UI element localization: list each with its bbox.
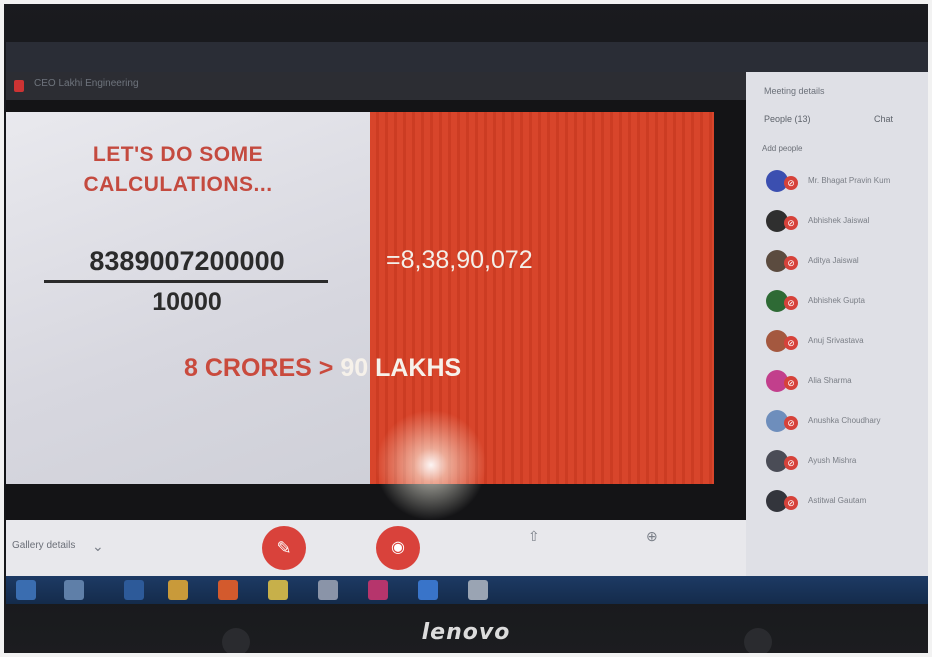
layout-selector[interactable]: Gallery details <box>12 540 75 551</box>
conclusion-left: 8 CRORES > <box>184 354 334 382</box>
participant-row[interactable]: ⊘ Astitwal Gautam <box>766 488 926 518</box>
brand-logo: lenovo <box>421 620 511 645</box>
app-icon[interactable] <box>318 580 338 600</box>
meeting-controls: Gallery details ⌄ ✎ ◉ ⇧ ⊕ <box>6 520 746 576</box>
slide-left-panel: LET'S DO SOME CALCULATIONS... 8389007200… <box>6 112 370 484</box>
add-people-link[interactable]: Add people <box>762 144 802 153</box>
participant-name: Mr. Bhagat Pravin Kum <box>808 176 891 185</box>
start-icon[interactable] <box>16 580 36 600</box>
meeting-title: CEO Lakhi Engineering <box>34 78 139 89</box>
tab-chat[interactable]: Chat <box>874 114 893 124</box>
mic-muted-icon: ⊘ <box>784 496 798 510</box>
participant-name: Abhishek Gupta <box>808 296 865 305</box>
app-icon[interactable] <box>468 580 488 600</box>
participant-row[interactable]: ⊘ Abhishek Jaiswal <box>766 208 926 238</box>
panel-title: Meeting details <box>764 86 825 96</box>
panel-tabs: People (13) Chat <box>756 114 922 134</box>
participant-name: Ayush Mishra <box>808 456 857 465</box>
browser-bar <box>6 42 928 72</box>
participant-row[interactable]: ⊘ Ayush Mishra <box>766 448 926 478</box>
tab-people[interactable]: People (13) <box>764 114 811 124</box>
browser-icon[interactable] <box>124 580 144 600</box>
participants-panel: Meeting details People (13) Chat Add peo… <box>746 72 928 576</box>
meeting-title-bar: CEO Lakhi Engineering <box>6 72 746 100</box>
mic-toggle-button[interactable]: ✎ <box>262 526 306 570</box>
slide-heading-line-1: LET'S DO SOME <box>92 143 264 166</box>
app-icon[interactable] <box>268 580 288 600</box>
taskbar-app-icon[interactable] <box>64 580 84 600</box>
mic-muted-icon: ⊘ <box>784 336 798 350</box>
fraction-numerator: 8389007200000 <box>89 246 285 276</box>
laptop-screen: CEO Lakhi Engineering LET'S DO SOME CALC… <box>6 42 928 604</box>
participant-row[interactable]: ⊘ Anushka Choudhary <box>766 408 926 438</box>
slide-heading: LET'S DO SOME CALCULATIONS... <box>58 140 298 200</box>
slide-heading-line-2: CALCULATIONS... <box>83 173 273 196</box>
screen-glare <box>366 400 496 530</box>
mic-muted-icon: ⊘ <box>784 416 798 430</box>
mic-muted-icon: ⊘ <box>784 216 798 230</box>
mic-off-icon: ✎ <box>276 538 292 558</box>
participant-row[interactable]: ⊘ Abhishek Gupta <box>766 288 926 318</box>
share-screen-icon[interactable]: ⇧ <box>528 528 540 545</box>
fraction-bar <box>44 280 328 283</box>
participant-name: Alia Sharma <box>808 376 852 385</box>
camera-off-icon: ◉ <box>391 539 405 556</box>
mic-muted-icon: ⊘ <box>784 456 798 470</box>
camera-toggle-button[interactable]: ◉ <box>376 526 420 570</box>
participant-row[interactable]: ⊘ Alia Sharma <box>766 368 926 398</box>
chevron-down-icon[interactable]: ⌄ <box>92 538 104 555</box>
participant-row[interactable]: ⊘ Mr. Bhagat Pravin Kum <box>766 168 926 198</box>
participant-name: Anuj Srivastava <box>808 336 864 345</box>
more-options-icon[interactable]: ⊕ <box>646 528 658 545</box>
slide-conclusion: 8 CRORES > 90 LAKHS <box>184 354 461 383</box>
conclusion-right: 90 LAKHS <box>340 354 462 382</box>
app-logo-icon <box>14 80 24 92</box>
participant-row[interactable]: ⊘ Aditya Jaiswal <box>766 248 926 278</box>
mic-muted-icon: ⊘ <box>784 376 798 390</box>
mic-muted-icon: ⊘ <box>784 296 798 310</box>
calculation-result: =8,38,90,072 <box>386 246 533 274</box>
bluetooth-icon[interactable] <box>418 580 438 600</box>
folder-icon[interactable] <box>168 580 188 600</box>
mic-muted-icon: ⊘ <box>784 176 798 190</box>
presentation-stage: LET'S DO SOME CALCULATIONS... 8389007200… <box>6 100 746 530</box>
mic-muted-icon: ⊘ <box>784 256 798 270</box>
fraction-denominator: 10000 <box>152 288 222 316</box>
app-icon[interactable] <box>368 580 388 600</box>
firefox-icon[interactable] <box>218 580 238 600</box>
participant-name: Aditya Jaiswal <box>808 256 859 265</box>
participant-row[interactable]: ⊘ Anuj Srivastava <box>766 328 926 358</box>
participant-name: Astitwal Gautam <box>808 496 867 505</box>
participant-name: Abhishek Jaiswal <box>808 216 870 225</box>
participant-name: Anushka Choudhary <box>808 416 881 425</box>
windows-taskbar <box>6 576 928 604</box>
